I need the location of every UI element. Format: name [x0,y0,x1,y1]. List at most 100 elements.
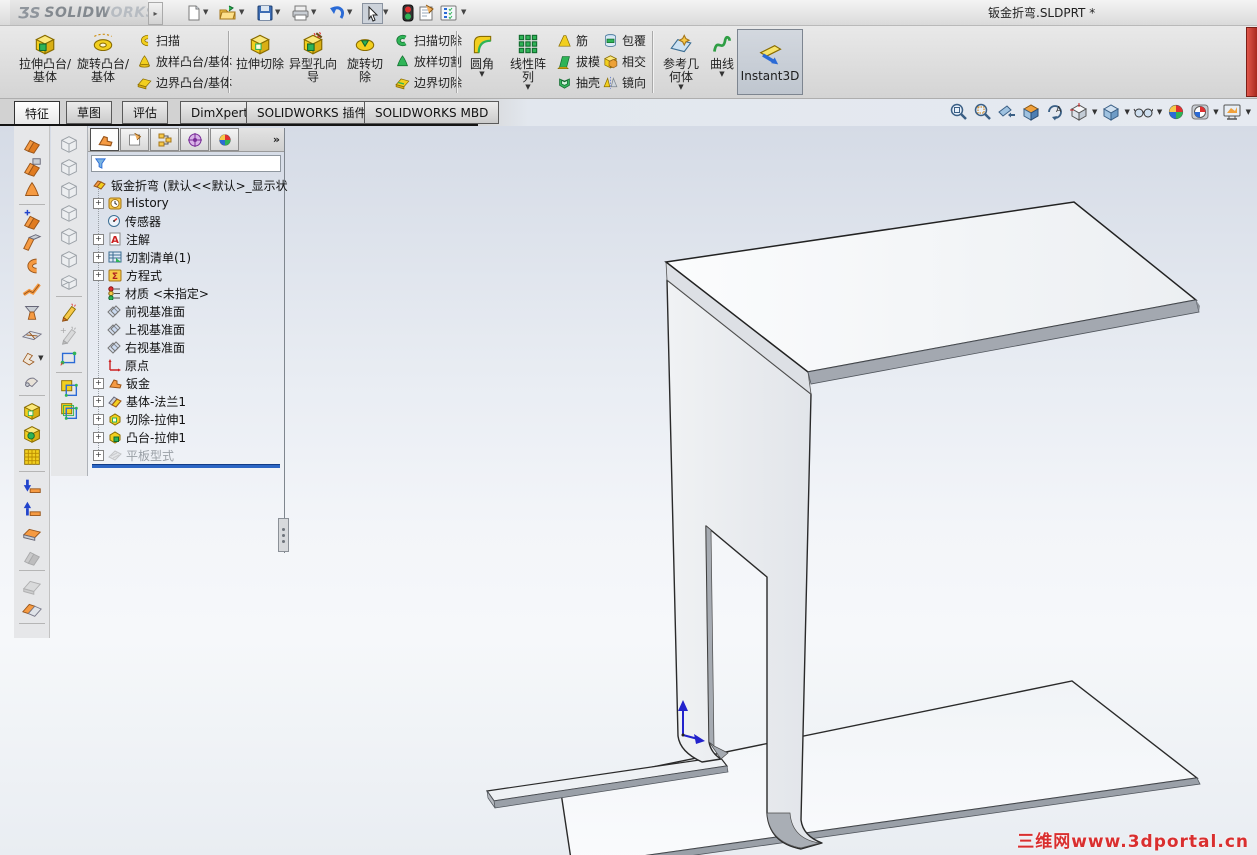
tree-item-annotations[interactable]: + 注解 [93,230,150,248]
tree-item-sensors[interactable]: 传感器 [107,212,161,230]
miter-flange-icon[interactable] [20,231,44,254]
view-cube-top-icon[interactable] [57,224,81,247]
linear-pattern-button[interactable]: 线性阵列 ▼ [505,29,551,95]
hole-wizard-button[interactable]: 异型孔向导 [287,29,339,95]
zoom-to-fit-icon[interactable] [948,102,969,122]
tree-root-part[interactable]: 钣金折弯 (默认<<默认>_显示状 [93,176,288,194]
simple-hole-icon[interactable] [20,422,44,445]
offset-entities-icon[interactable] [57,399,81,422]
extruded-cut-button[interactable]: 拉伸切除 [236,29,284,95]
view-cube-front-icon[interactable] [57,132,81,155]
tab-sw-addins[interactable]: SOLIDWORKS 插件 [246,101,378,124]
tree-item-right-plane[interactable]: 右视基准面 [107,338,185,356]
featuremanager-tab[interactable] [90,128,119,151]
rip-icon[interactable] [20,574,44,597]
rib-button[interactable]: 筋 [556,30,600,50]
tab-sketch[interactable]: 草图 [66,101,113,124]
sketched-bend-icon[interactable] [20,300,44,323]
3d-sketch-icon[interactable]: + [57,323,81,346]
view-cube-left-icon[interactable] [57,178,81,201]
jog-icon[interactable] [20,277,44,300]
apply-scene-dropdown[interactable]: ▼ [1213,109,1218,116]
print-button[interactable] [291,3,310,22]
sketch-entities-icon[interactable] [57,346,81,369]
view-cube-iso-icon[interactable] [57,270,81,293]
wrap-button[interactable]: 包覆 [602,30,646,50]
tree-item-material[interactable]: 材质 <未指定> [107,284,209,302]
panel-splitter-handle[interactable] [278,518,289,552]
expander[interactable]: + [93,395,104,407]
sketch-icon[interactable] [57,300,81,323]
lofted-boss-button[interactable]: 放样凸台/基体 [136,51,232,71]
hem-icon[interactable] [20,254,44,277]
rotate-view-icon[interactable] [1044,102,1065,122]
tab-evaluate[interactable]: 评估 [122,101,169,124]
boundary-cut-button[interactable]: 边界切除 [394,72,462,92]
reference-geometry-button[interactable]: 参考几何体 ▼ [658,29,704,95]
hide-show-items-dropdown[interactable]: ▼ [1157,109,1162,116]
tree-filter-input[interactable] [107,156,280,171]
view-orientation-icon[interactable] [1068,102,1089,122]
expander[interactable]: + [93,233,104,245]
tree-item-cutlist[interactable]: + 切割清单(1) [93,248,191,266]
corner-relief-dropdown[interactable]: ▼ [38,354,43,361]
tab-features[interactable]: 特征 [14,101,61,125]
unfold-icon[interactable] [20,475,44,498]
extruded-cut-tool-icon[interactable] [20,399,44,422]
print-dropdown[interactable]: ▼ [311,8,321,18]
base-flange-icon[interactable] [20,132,44,155]
undo-dropdown[interactable]: ▼ [347,8,357,18]
panel-tabs-more[interactable]: » [273,133,280,146]
lofted-bend-icon[interactable] [20,178,44,201]
tab-sw-mbd[interactable]: SOLIDWORKS MBD [364,101,500,124]
expander[interactable]: + [93,197,104,209]
fold-icon[interactable] [20,498,44,521]
insert-bends-icon[interactable] [20,544,44,567]
save-button[interactable] [255,3,274,22]
shell-button[interactable]: 抽壳 [556,72,600,92]
select-dropdown[interactable]: ▼ [383,8,393,18]
extruded-boss-button[interactable]: 拉伸凸台/基体 [18,29,72,95]
convert-entities-icon[interactable] [57,376,81,399]
view-settings-icon[interactable] [1222,102,1243,122]
fillet-button[interactable]: 圆角 ▼ [462,29,502,95]
options-dropdown[interactable]: ▼ [461,8,471,18]
tree-item-front-plane[interactable]: 前视基准面 [107,302,185,320]
expander[interactable]: + [93,431,104,443]
expander[interactable]: + [93,449,104,461]
edge-flange-icon[interactable] [20,208,44,231]
new-document-dropdown[interactable]: ▼ [203,8,213,18]
view-cube-bottom-icon[interactable] [57,247,81,270]
tree-item-equations[interactable]: + 方程式 [93,266,162,284]
apply-scene-icon[interactable] [1189,102,1210,122]
intersect-button[interactable]: 相交 [602,51,646,71]
configurationmanager-tab[interactable] [150,128,179,151]
expander[interactable]: + [93,413,104,425]
view-orientation-dropdown[interactable]: ▼ [1092,109,1097,116]
save-dropdown[interactable]: ▼ [275,8,285,18]
tree-item-sheet-metal[interactable]: + 钣金 [93,374,150,392]
tree-item-boss-extrude[interactable]: + 凸台-拉伸1 [93,428,186,446]
propertymanager-tab[interactable] [120,128,149,151]
tree-item-flat-pattern[interactable]: + 平板型式 [93,446,174,464]
open-button[interactable] [218,3,237,22]
view-settings-dropdown[interactable]: ▼ [1246,109,1251,116]
tree-item-history[interactable]: + History [93,194,169,212]
undo-button[interactable] [327,3,346,22]
select-tool-button[interactable] [362,3,383,24]
expander[interactable]: + [93,377,104,389]
expander[interactable]: + [93,269,104,281]
expander[interactable]: + [93,251,104,263]
flatten-icon[interactable] [20,597,44,620]
open-dropdown[interactable]: ▼ [239,8,249,18]
zoom-to-area-icon[interactable] [972,102,993,122]
section-view-icon[interactable] [1020,102,1041,122]
dimxpertmanager-tab[interactable] [180,128,209,151]
lofted-cut-button[interactable]: 放样切割 [394,51,462,71]
tree-item-top-plane[interactable]: 上视基准面 [107,320,185,338]
instant3d-button[interactable]: Instant3D [737,29,803,95]
hide-show-items-icon[interactable] [1133,102,1154,122]
edit-appearance-icon[interactable] [1165,102,1186,122]
displaymanager-tab[interactable] [210,128,239,151]
options-button[interactable] [439,3,458,22]
